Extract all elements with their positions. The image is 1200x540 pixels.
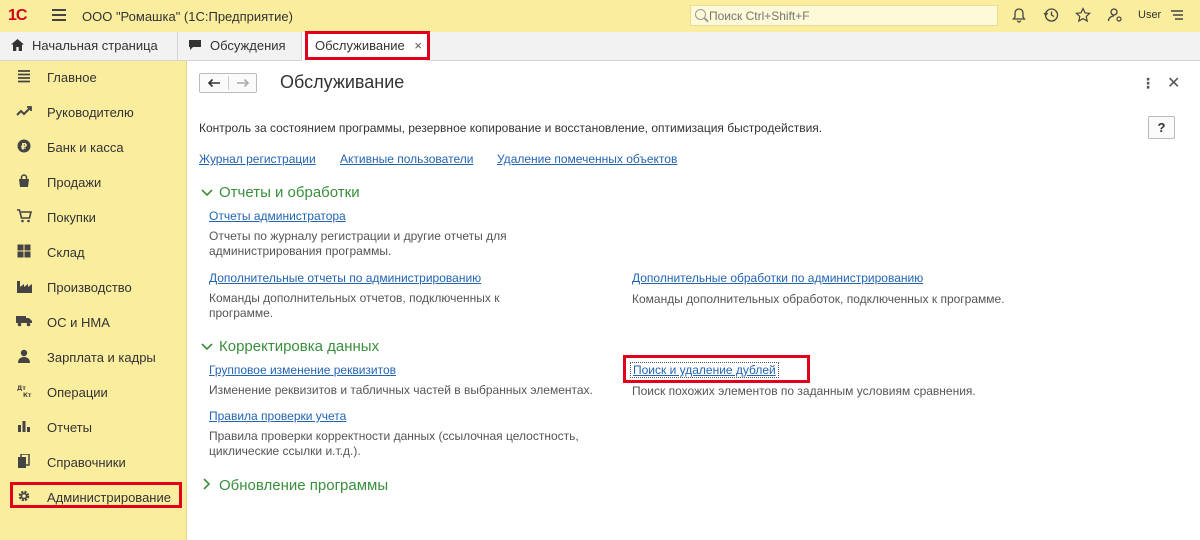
- chevron-right-icon: [201, 477, 215, 494]
- page-title: Обслуживание: [280, 72, 405, 92]
- link-accounting-check-rules[interactable]: Правила проверки учета: [209, 409, 346, 423]
- history-icon[interactable]: [1042, 7, 1060, 25]
- additional-admin-processing-description: Команды дополнительных обработок, подклю…: [632, 292, 1005, 306]
- sidebar-item-label: Банк и касса: [47, 140, 124, 155]
- sidebar-item-label: ОС и НМА: [47, 315, 110, 330]
- star-icon[interactable]: [1074, 7, 1092, 25]
- truck-icon: [16, 314, 32, 330]
- chevron-down-icon: [201, 184, 215, 201]
- sidebar-item-label: Производство: [47, 280, 132, 295]
- sidebar-item-label: Операции: [47, 385, 108, 400]
- chat-icon: [188, 32, 202, 60]
- close-icon[interactable]: ✕: [1167, 73, 1180, 93]
- sidebar-item-label: Справочники: [47, 455, 126, 470]
- page-description: Контроль за состоянием программы, резерв…: [199, 121, 823, 135]
- additional-admin-reports-description: Команды дополнительных отчетов, подключе…: [209, 291, 500, 320]
- chevron-down-icon: [201, 338, 215, 355]
- forward-button[interactable]: [229, 74, 257, 92]
- svg-text:₽: ₽: [21, 143, 27, 153]
- dt-kt-icon: Дт Кт: [16, 384, 32, 400]
- sidebar-item-main[interactable]: Главное: [0, 61, 186, 95]
- admin-reports-description: Отчеты по журналу регистрации и другие о…: [209, 229, 507, 258]
- group-reports-processing[interactable]: Отчеты и обработки: [201, 184, 360, 201]
- link-additional-admin-reports[interactable]: Дополнительные отчеты по администрирован…: [209, 271, 481, 285]
- sidebar-item-production[interactable]: Производство: [0, 271, 186, 305]
- tab-discussions[interactable]: Обсуждения: [178, 32, 302, 60]
- person-icon: [16, 349, 32, 365]
- sidebar-item-label: Главное: [47, 70, 97, 85]
- highlight-box-duplicates: [623, 355, 810, 383]
- user-settings-icon[interactable]: [1106, 7, 1124, 25]
- group-data-correction[interactable]: Корректировка данных: [201, 338, 379, 355]
- sidebar-item-label: Руководителю: [47, 105, 134, 120]
- cart-icon: [16, 209, 32, 225]
- sidebar-item-bank[interactable]: ₽ Банк и касса: [0, 131, 186, 165]
- sidebar-item-sales[interactable]: Продажи: [0, 166, 186, 200]
- main-menu-icon[interactable]: [52, 9, 66, 21]
- sidebar-item-catalogs[interactable]: Справочники: [0, 446, 186, 480]
- sidebar: Главное Руководителю ₽ Банк и касса Прод…: [0, 61, 187, 540]
- books-icon: [16, 453, 32, 470]
- link-additional-admin-processing[interactable]: Дополнительные обработки по администриро…: [632, 271, 923, 285]
- search-icon: [695, 9, 706, 20]
- sidebar-item-operations[interactable]: Дт Кт Операции: [0, 376, 186, 410]
- nav-buttons: [199, 73, 257, 93]
- group-title: Обновление программы: [219, 477, 389, 494]
- bar-chart-icon: [16, 419, 32, 435]
- link-delete-marked[interactable]: Удаление помеченных объектов: [497, 152, 677, 166]
- sidebar-item-label: Покупки: [47, 210, 96, 225]
- group-attribute-change-description: Изменение реквизитов и табличных частей …: [209, 383, 593, 397]
- group-program-update[interactable]: Обновление программы: [201, 477, 388, 494]
- svg-text:Дт: Дт: [17, 385, 26, 392]
- find-delete-duplicates-description: Поиск похожих элементов по заданным усло…: [632, 384, 976, 398]
- accounting-check-rules-description: Правила проверки корректности данных (сс…: [209, 429, 579, 458]
- tab-discussions-label: Обсуждения: [210, 38, 286, 53]
- link-active-users[interactable]: Активные пользователи: [340, 152, 473, 166]
- sidebar-item-salary[interactable]: Зарплата и кадры: [0, 341, 186, 375]
- tab-home[interactable]: Начальная страница: [0, 32, 178, 60]
- tab-bar: Начальная страница Обсуждения Обслуживан…: [0, 32, 1200, 61]
- more-actions-icon[interactable]: ⋮: [1141, 75, 1155, 92]
- sidebar-item-assets[interactable]: ОС и НМА: [0, 306, 186, 340]
- sidebar-item-warehouse[interactable]: Склад: [0, 236, 186, 270]
- sidebar-item-purchases[interactable]: Покупки: [0, 201, 186, 235]
- sidebar-item-manager[interactable]: Руководителю: [0, 96, 186, 130]
- sidebar-item-label: Зарплата и кадры: [47, 350, 156, 365]
- user-name[interactable]: User: [1138, 9, 1161, 21]
- sidebar-item-label: Продажи: [47, 175, 102, 190]
- trend-icon: [16, 104, 32, 120]
- help-button[interactable]: ?: [1148, 116, 1175, 139]
- highlight-box-tab: [305, 31, 430, 60]
- main-content: Обслуживание ⋮ ✕ Контроль за состоянием …: [187, 61, 1200, 540]
- sidebar-item-label: Отчеты: [47, 420, 92, 435]
- coin-icon: ₽: [16, 139, 32, 155]
- highlight-box-administration: [10, 482, 182, 508]
- app-title: ООО "Ромашка" (1С:Предприятие): [82, 9, 293, 24]
- link-event-log[interactable]: Журнал регистрации: [199, 152, 316, 166]
- top-bar: 1С ООО "Ромашка" (1С:Предприятие) User: [0, 0, 1200, 33]
- group-title: Корректировка данных: [219, 338, 380, 355]
- search-field[interactable]: [690, 5, 998, 26]
- tab-home-label: Начальная страница: [32, 38, 158, 53]
- search-input[interactable]: [709, 7, 989, 24]
- bag-icon: [16, 174, 32, 190]
- menu-lines-icon: [16, 69, 32, 85]
- link-admin-reports[interactable]: Отчеты администратора: [209, 209, 346, 223]
- home-icon: [10, 32, 24, 60]
- svg-text:Кт: Кт: [23, 392, 32, 398]
- factory-icon: [16, 279, 32, 295]
- link-group-attribute-change[interactable]: Групповое изменение реквизитов: [209, 363, 396, 377]
- back-button[interactable]: [200, 74, 228, 92]
- warehouse-icon: [16, 244, 32, 260]
- settings-menu-icon[interactable]: [1168, 7, 1186, 25]
- group-title: Отчеты и обработки: [219, 184, 360, 201]
- app-logo[interactable]: 1С: [8, 7, 27, 25]
- sidebar-item-reports[interactable]: Отчеты: [0, 411, 186, 445]
- sidebar-item-label: Склад: [47, 245, 85, 260]
- bell-icon[interactable]: [1010, 7, 1028, 25]
